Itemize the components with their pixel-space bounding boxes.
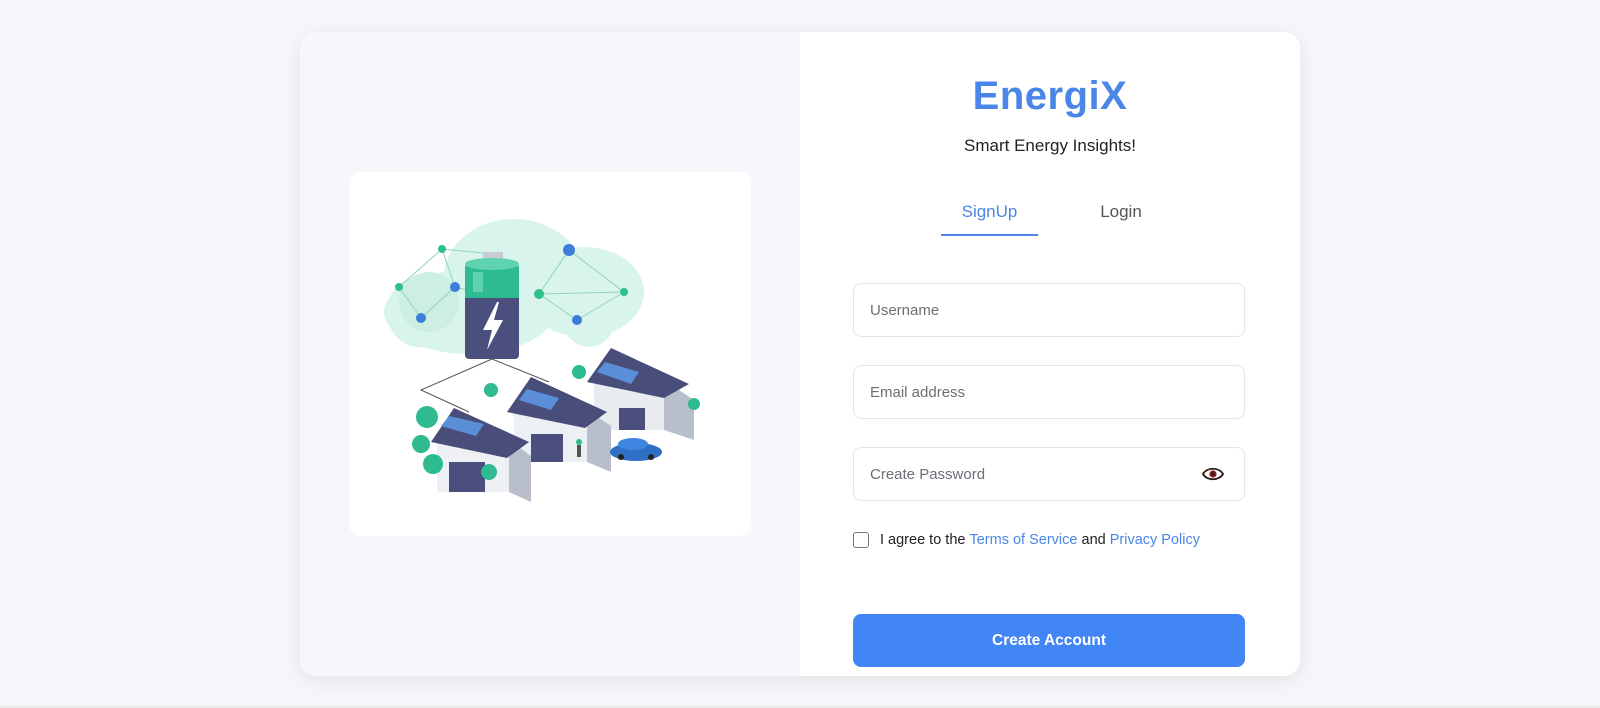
email-input[interactable] (854, 366, 1244, 418)
brand-logo: EnergiX (972, 74, 1128, 118)
password-input[interactable] (854, 448, 1244, 500)
tab-signup[interactable]: SignUp (941, 202, 1038, 236)
privacy-policy-link[interactable]: Privacy Policy (1110, 532, 1200, 548)
brand-tagline: Smart Energy Insights! (964, 136, 1136, 155)
create-account-button[interactable]: Create Account (853, 614, 1245, 667)
tab-login[interactable]: Login (1090, 202, 1152, 234)
illustration-card (349, 172, 751, 536)
terms-of-service-link[interactable]: Terms of Service (969, 532, 1077, 548)
eye-icon[interactable] (1201, 466, 1225, 482)
auth-card: EnergiX Smart Energy Insights! SignUp Lo… (300, 32, 1300, 676)
energy-storage-houses-illustration (384, 219, 700, 502)
agree-joiner: and (1081, 532, 1106, 548)
username-input[interactable] (854, 284, 1244, 336)
signup-panel: EnergiX Smart Energy Insights! SignUp Lo… (800, 32, 1300, 676)
auth-tabs: SignUp Login (800, 202, 1300, 248)
password-field-container (853, 447, 1245, 501)
agree-prefix: I agree to the (880, 532, 966, 548)
agree-checkbox[interactable] (853, 532, 869, 548)
left-panel (300, 32, 800, 676)
email-field-container (853, 365, 1245, 419)
electric-car-icon (610, 438, 662, 461)
battery-icon (465, 252, 519, 359)
username-field-container (853, 283, 1245, 337)
terms-agreement: I agree to the Terms of Service and Priv… (853, 529, 1200, 551)
